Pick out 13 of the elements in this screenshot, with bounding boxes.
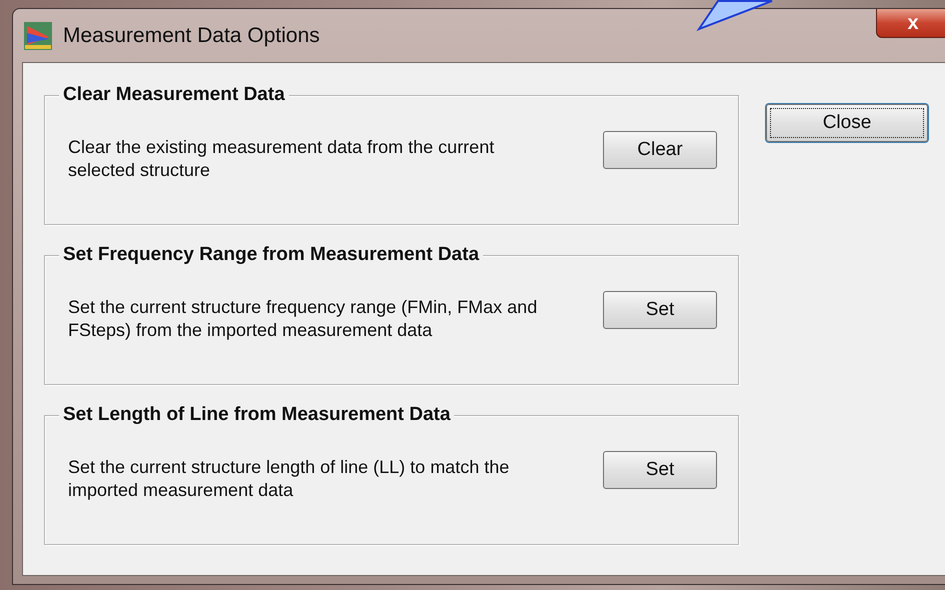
window-title: Measurement Data Options (63, 24, 320, 48)
description: Clear the existing measurement data from the current selected structure (68, 136, 496, 182)
action-button[interactable]: Clear (603, 131, 717, 169)
group-title: Set Frequency Range from Measurement Data (59, 244, 484, 266)
close-icon[interactable]: x (876, 9, 945, 38)
description: Set the current structure frequency range (FMin, FMax and FSteps) from the imported measurement data (68, 296, 538, 342)
app-icon (23, 20, 53, 50)
action-button[interactable]: Set (603, 451, 717, 489)
description: Set the current structure length of line (LL) to match the imported measurement data (68, 456, 510, 502)
group-title: Set Length of Line from Measurement Data (59, 404, 454, 426)
callout-arrow-icon (696, 0, 774, 32)
action-button[interactable]: Set (603, 291, 717, 329)
close-button[interactable]: Close (766, 104, 928, 142)
